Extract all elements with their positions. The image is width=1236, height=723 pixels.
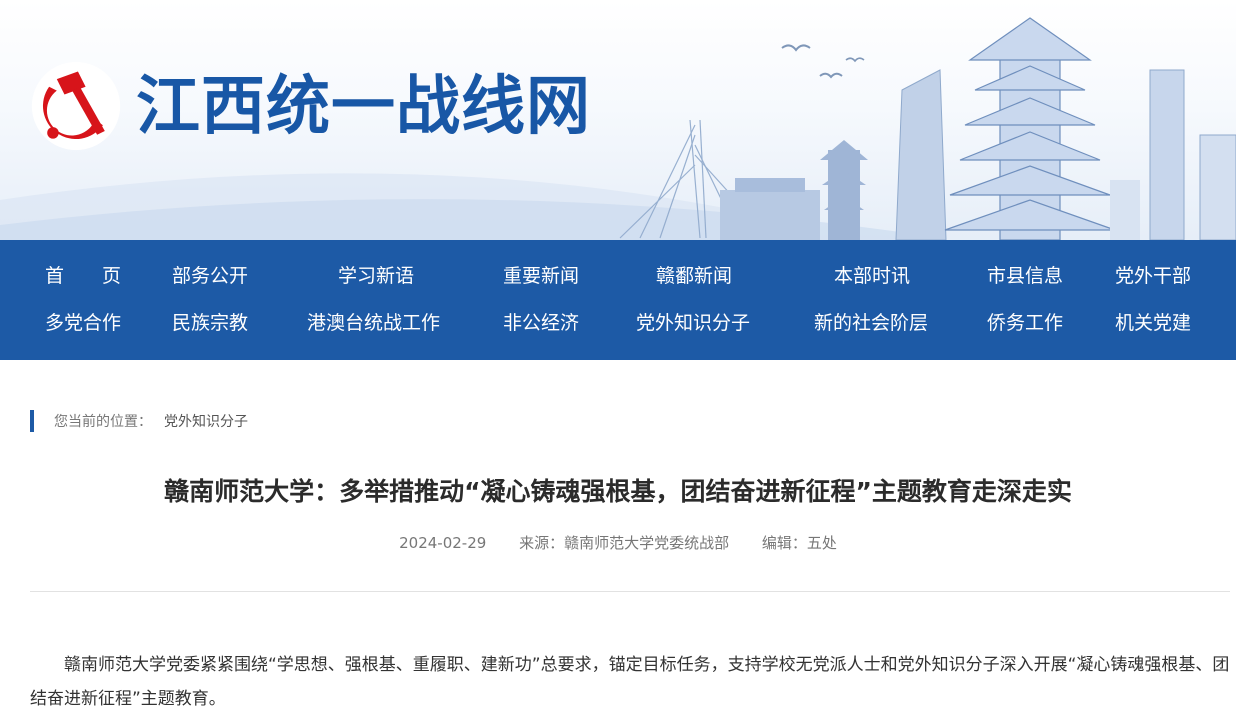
nav-item-important-news[interactable]: 重要新闻 xyxy=(503,264,579,288)
nav-item-home[interactable]: 首 页 xyxy=(45,264,121,288)
article-editor: 编辑：五处 xyxy=(761,534,837,552)
article-title: 赣南师范大学：多举措推动“凝心铸魂强根基，团结奋进新征程”主题教育走深走实 xyxy=(164,477,1072,506)
nav-item-non-party-cadres[interactable]: 党外干部 xyxy=(1115,264,1191,288)
nav-item-multi-party-cooperation[interactable]: 多党合作 xyxy=(45,311,121,335)
party-emblem-icon xyxy=(31,61,121,151)
divider xyxy=(30,591,1230,592)
nav-item-non-public-economy[interactable]: 非公经济 xyxy=(503,311,579,335)
nav-item-department-affairs[interactable]: 部务公开 xyxy=(172,264,248,288)
nav-item-ganpo-news[interactable]: 赣鄱新闻 xyxy=(656,264,732,288)
article-meta: 2024-02-29 来源：赣南师范大学党委统战部 编辑：五处 xyxy=(0,532,1236,554)
site-title[interactable]: 江西统一战线网 xyxy=(136,62,591,152)
main-navigation: 首 页 部务公开 学习新语 重要新闻 赣鄱新闻 本部时讯 市县信息 党外干部 多… xyxy=(0,240,1236,360)
nav-item-study-new-words[interactable]: 学习新语 xyxy=(338,264,414,288)
nav-item-county-info[interactable]: 市县信息 xyxy=(987,264,1063,288)
site-banner: 江西统一战线网 xyxy=(0,0,1236,240)
nav-item-overseas-chinese[interactable]: 侨务工作 xyxy=(987,311,1063,335)
nav-item-ethnic-religion[interactable]: 民族宗教 xyxy=(172,311,248,335)
article-paragraph: 赣南师范大学党委紧紧围绕“学思想、强根基、重履职、建新功”总要求，锚定目标任务，… xyxy=(30,655,1230,709)
nav-item-new-social-strata[interactable]: 新的社会阶层 xyxy=(814,311,928,335)
breadcrumb: 您当前的位置： 党外知识分子 xyxy=(30,410,248,432)
article-date: 2024-02-29 xyxy=(399,534,487,552)
breadcrumb-marker xyxy=(30,410,34,432)
breadcrumb-current-link[interactable]: 党外知识分子 xyxy=(164,411,248,431)
article-source: 来源：赣南师范大学党委统战部 xyxy=(519,534,730,552)
nav-item-hk-macao-taiwan[interactable]: 港澳台统战工作 xyxy=(307,311,440,335)
nav-item-non-party-intellectuals[interactable]: 党外知识分子 xyxy=(636,311,750,335)
breadcrumb-prefix: 您当前的位置： xyxy=(54,414,152,430)
nav-item-department-news[interactable]: 本部时讯 xyxy=(834,264,910,288)
nav-item-party-building[interactable]: 机关党建 xyxy=(1115,311,1191,335)
